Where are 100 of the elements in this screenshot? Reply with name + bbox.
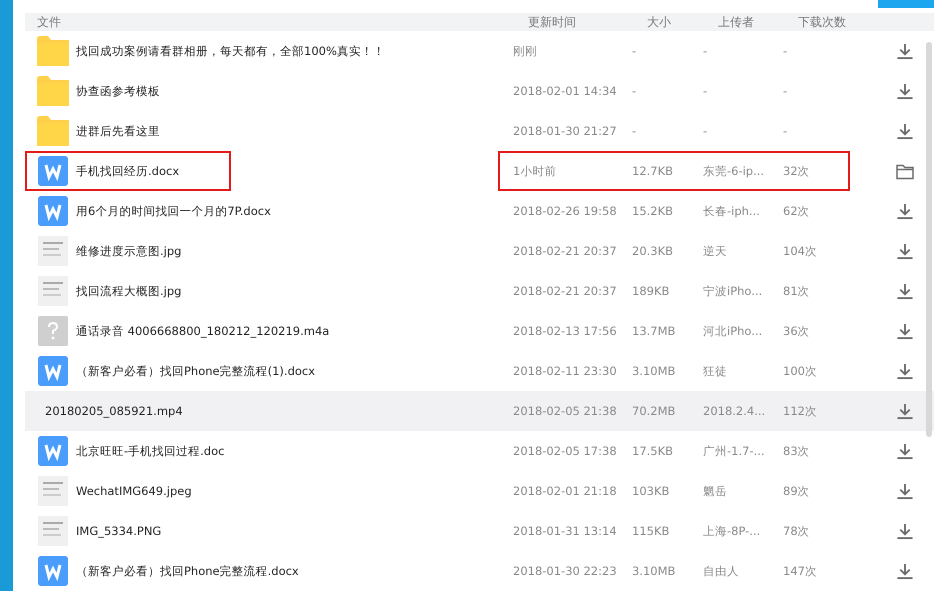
column-header[interactable]: 大小 — [647, 14, 671, 31]
file-row[interactable]: IMG_5334.PNG 2018-01-31 13:14 115KB 上海-8P-... 78次 — [25, 511, 934, 551]
download-count: 147次 — [783, 564, 818, 578]
uploader-name: 狂徒 — [703, 364, 728, 378]
word-document-icon — [37, 196, 69, 226]
file-row[interactable]: 北京旺旺-手机找回过程.doc 2018-02-05 17:38 17.5KB 广州-1.7-... 83次 — [25, 431, 934, 471]
uploader-name: - — [703, 44, 708, 58]
download-count: 112次 — [783, 404, 818, 418]
uploader-name: 东莞-6-ip... — [703, 164, 766, 178]
file-row[interactable]: 手机找回经历.docx 1小时前 12.7KB 东莞-6-ip... 32次 — [25, 151, 934, 191]
uploader-name: 2018.2.4... — [703, 404, 766, 418]
updated-time: 2018-01-30 21:27 — [513, 124, 618, 138]
file-size: 70.2MB — [632, 404, 676, 418]
file-row[interactable]: 找回成功案例请看群相册，每天都有，全部100%真实！！ 刚刚 - - - — [25, 31, 934, 71]
file-name[interactable]: WechatIMG649.jpeg — [76, 484, 192, 498]
updated-time: 2018-02-05 21:38 — [513, 404, 618, 418]
file-row[interactable]: 20180205_085921.mp4 2018-02-05 21:38 70.2MB 2018.2.4... 112次 — [25, 391, 934, 431]
file-size: 3.10MB — [632, 564, 676, 578]
word-document-icon — [37, 556, 69, 586]
uploader-name: 自由人 — [703, 564, 740, 578]
updated-time: 2018-02-05 17:38 — [513, 444, 618, 458]
word-document-icon — [37, 156, 69, 186]
file-row[interactable]: 用6个月的时间找回一个月的7P.docx 2018-02-26 19:58 15.2KB 长春-iph... 62次 — [25, 191, 934, 231]
download-count: 104次 — [783, 244, 818, 258]
column-header[interactable]: 下载次数 — [798, 14, 846, 31]
file-name[interactable]: 用6个月的时间找回一个月的7P.docx — [76, 204, 271, 218]
column-header[interactable]: 更新时间 — [528, 14, 576, 31]
download-icon[interactable] — [896, 522, 914, 540]
updated-time: 2018-02-01 21:18 — [513, 484, 618, 498]
uploader-name: 广州-1.7-... — [703, 444, 766, 458]
file-row[interactable]: 找回流程大概图.jpg 2018-02-21 20:37 189KB 宁波iPho... 81次 — [25, 271, 934, 311]
file-name[interactable]: （新客户必看）找回Phone完整流程.docx — [76, 564, 299, 578]
download-icon[interactable] — [896, 442, 914, 460]
uploader-name: 上海-8P-... — [703, 524, 762, 538]
download-count: 83次 — [783, 444, 811, 458]
download-icon[interactable] — [896, 322, 914, 340]
image-thumbnail — [37, 476, 69, 506]
file-size: 13.7MB — [632, 324, 676, 338]
download-icon[interactable] — [896, 282, 914, 300]
file-name[interactable]: 北京旺旺-手机找回过程.doc — [76, 444, 224, 458]
folder-icon[interactable] — [896, 162, 914, 180]
file-name[interactable]: 20180205_085921.mp4 — [45, 404, 183, 418]
file-size: 115KB — [632, 524, 670, 538]
download-count: - — [783, 44, 788, 58]
file-name[interactable]: 维修进度示意图.jpg — [76, 244, 182, 258]
file-size: 189KB — [632, 284, 670, 298]
updated-time: 2018-01-31 13:14 — [513, 524, 618, 538]
updated-time: 2018-02-11 23:30 — [513, 364, 618, 378]
file-name[interactable]: 通话录音 4006668800_180212_120219.m4a — [76, 324, 330, 338]
image-thumbnail — [37, 516, 69, 546]
file-row[interactable]: 通话录音 4006668800_180212_120219.m4a 2018-02-13 17:56 13.7MB 河北iPho... 36次 — [25, 311, 934, 351]
download-count: - — [783, 124, 788, 138]
updated-time: 1小时前 — [513, 164, 558, 178]
download-icon[interactable] — [896, 82, 914, 100]
scrollbar[interactable] — [926, 42, 932, 437]
file-size: 17.5KB — [632, 444, 674, 458]
file-row[interactable]: 进群后先看这里 2018-01-30 21:27 - - - — [25, 111, 934, 151]
file-name[interactable]: IMG_5334.PNG — [76, 524, 162, 538]
download-icon[interactable] — [896, 202, 914, 220]
file-size: 12.7KB — [632, 164, 674, 178]
file-row[interactable]: （新客户必看）找回Phone完整流程(1).docx 2018-02-11 23:30 3.10MB 狂徒 100次 — [25, 351, 934, 391]
download-count: 62次 — [783, 204, 811, 218]
file-row[interactable]: 协查函参考模板 2018-02-01 14:34 - - - — [25, 71, 934, 111]
file-row[interactable]: 维修进度示意图.jpg 2018-02-21 20:37 20.3KB 逆天 104次 — [25, 231, 934, 271]
uploader-name: 魍岳 — [703, 484, 728, 498]
file-name[interactable]: 找回流程大概图.jpg — [76, 284, 182, 298]
file-row[interactable]: WechatIMG649.jpeg 2018-02-01 21:18 103KB 魍岳 89次 — [25, 471, 934, 511]
download-count: 36次 — [783, 324, 811, 338]
word-document-icon — [37, 436, 69, 466]
file-name[interactable]: 找回成功案例请看群相册，每天都有，全部100%真实！！ — [76, 44, 385, 58]
image-thumbnail — [37, 276, 69, 306]
file-name[interactable]: 进群后先看这里 — [76, 124, 160, 138]
column-header[interactable]: 上传者 — [718, 14, 754, 31]
download-icon[interactable] — [896, 42, 914, 60]
word-document-icon — [37, 356, 69, 386]
download-count: 100次 — [783, 364, 818, 378]
updated-time: 2018-02-21 20:37 — [513, 284, 618, 298]
column-header[interactable]: 文件 — [37, 14, 61, 31]
download-icon[interactable] — [896, 362, 914, 380]
image-thumbnail — [37, 236, 69, 266]
file-row[interactable]: （新客户必看）找回Phone完整流程.docx 2018-01-30 22:23 3.10MB 自由人 147次 — [25, 551, 934, 591]
file-size: 20.3KB — [632, 244, 674, 258]
download-icon[interactable] — [896, 122, 914, 140]
file-name[interactable]: （新客户必看）找回Phone完整流程(1).docx — [76, 364, 316, 378]
download-icon[interactable] — [896, 482, 914, 500]
download-icon[interactable] — [896, 402, 914, 420]
download-count: 78次 — [783, 524, 811, 538]
file-size: - — [632, 44, 638, 58]
updated-time: 2018-02-13 17:56 — [513, 324, 618, 338]
updated-time: 2018-02-26 19:58 — [513, 204, 618, 218]
download-icon[interactable] — [896, 562, 914, 580]
file-size: 103KB — [632, 484, 670, 498]
folder-icon — [37, 36, 69, 66]
file-size: - — [632, 84, 638, 98]
file-size: 3.10MB — [632, 364, 676, 378]
download-icon[interactable] — [896, 242, 914, 260]
uploader-name: 长春-iph... — [703, 204, 761, 218]
file-name[interactable]: 协查函参考模板 — [76, 84, 160, 98]
download-count: - — [783, 84, 788, 98]
file-name[interactable]: 手机找回经历.docx — [76, 164, 180, 178]
